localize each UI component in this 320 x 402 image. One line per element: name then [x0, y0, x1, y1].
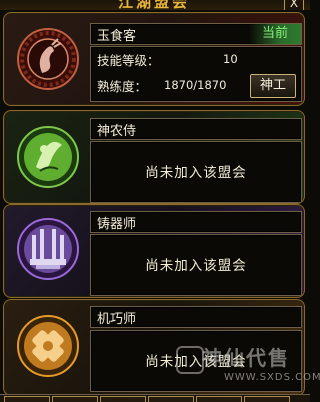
proficiency-value: 1870/1870: [164, 78, 227, 92]
not-joined-message: 尚未加入该盟会: [145, 354, 247, 370]
guild-name-box: 神农侍: [90, 118, 302, 140]
guild-name-box: 铸器师: [90, 211, 302, 233]
guild-panel-jiqiaoshi: 机巧师 尚未加入该盟会: [3, 299, 305, 396]
guild-name: 铸器师: [97, 217, 137, 232]
guild-message-box: 尚未加入该盟会: [90, 141, 302, 203]
guild-name: 玉食客: [97, 29, 137, 44]
bottom-tab-1[interactable]: [4, 396, 50, 402]
status-badge: 当前: [249, 24, 301, 44]
guild-name-box: 机巧师: [90, 306, 302, 328]
guild-name: 机巧师: [97, 312, 137, 327]
not-joined-message: 尚未加入该盟会: [145, 165, 247, 181]
bottom-tab-3[interactable]: [100, 396, 146, 402]
bottom-tab-4[interactable]: [148, 396, 194, 402]
proficiency-label: 熟练度：: [97, 79, 148, 94]
guild-panel-shennongshi: 神农侍 尚未加入该盟会: [3, 110, 305, 204]
window-title: 江湖盟会: [118, 0, 191, 10]
guild-panel-zhuqishi: 铸器师 尚未加入该盟会: [3, 204, 305, 298]
bottom-tab-2[interactable]: [52, 396, 98, 402]
skill-level-value: 10: [223, 52, 238, 66]
shengong-button[interactable]: 神工: [250, 74, 296, 98]
bottom-tab-6[interactable]: [244, 396, 290, 402]
food-emblem-icon: [17, 28, 79, 90]
guild-panel-yushike: 玉食客 当前 技能等级： 10 熟练度： 1870/1870 神工: [3, 12, 305, 106]
gear-emblem-icon: [17, 315, 79, 377]
close-button[interactable]: X: [284, 0, 304, 10]
guild-message-box: 尚未加入该盟会: [90, 234, 302, 296]
forge-emblem-icon: [17, 218, 79, 280]
guild-name: 神农侍: [97, 124, 137, 139]
bottom-tab-5[interactable]: [196, 396, 242, 402]
not-joined-message: 尚未加入该盟会: [145, 258, 247, 274]
skill-level-label: 技能等级：: [97, 53, 160, 68]
guild-message-box: 尚未加入该盟会: [90, 330, 302, 392]
guild-info-box: 技能等级： 10 熟练度： 1870/1870 神工: [90, 46, 302, 102]
guild-name-box: 玉食客 当前: [90, 23, 302, 45]
title-bar: 江湖盟会 X: [0, 0, 310, 10]
herb-emblem-icon: [17, 126, 79, 188]
